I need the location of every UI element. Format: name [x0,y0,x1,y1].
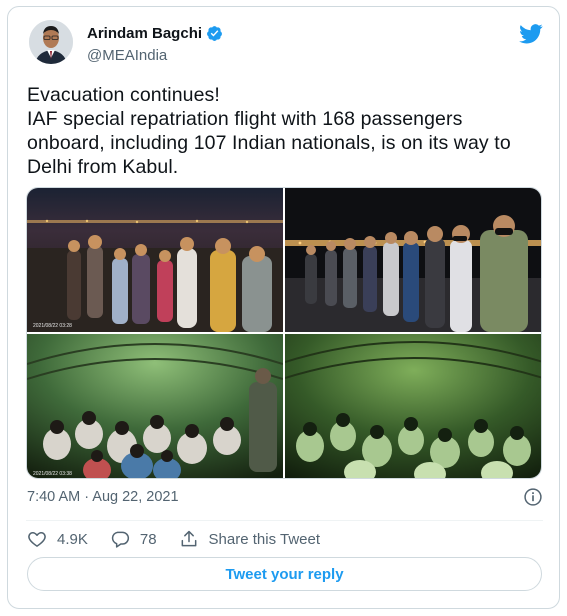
tweet-card: Arindam Bagchi @MEAIndia Evacuation cont… [7,6,560,609]
tweet-line: Delhi from Kabul. [27,156,179,178]
photo-aircraft-interior-1[interactable]: 2021/08/22 03:38 [27,334,283,478]
tweet-line: IAF special repatriation flight with 168… [27,108,463,130]
author-name[interactable]: Arindam Bagchi [87,25,202,42]
photo-aircraft-interior-2[interactable] [285,334,541,478]
info-icon[interactable] [523,487,543,507]
reply-bubble-icon [111,531,129,548]
verified-badge-icon [207,26,222,41]
like-button[interactable]: 4.9K [27,529,88,549]
twitter-bird-icon[interactable] [519,24,543,44]
tweet-timestamp[interactable]: 7:40 AM · Aug 22, 2021 [27,489,179,505]
share-icon [181,530,196,547]
tweet-line: onboard, including 107 Indian nationals,… [27,132,511,154]
tweet-your-reply-button[interactable]: Tweet your reply [27,557,542,591]
photo-caption: 2021/08/22 03:28 [33,323,72,329]
tweet-text: Evacuation continues! IAF special repatr… [27,83,547,179]
author-handle[interactable]: @MEAIndia [87,47,167,64]
photo-tarmac-crowd[interactable]: 2021/08/22 03:28 [27,188,283,332]
share-button[interactable]: Share this Tweet [179,529,320,549]
action-bar: 4.9K 78 Share this Tweet [27,527,342,551]
divider [26,520,543,521]
share-label: Share this Tweet [208,530,320,548]
photo-tarmac-line[interactable] [285,188,541,332]
like-count: 4.9K [57,530,88,548]
avatar[interactable] [29,20,73,64]
heart-icon [28,532,46,547]
tweet-line: Evacuation continues! [27,84,220,106]
reply-button[interactable]: 78 [110,529,157,549]
media-grid: 2021/08/22 03:28 2021/08/22 03:38 [26,187,542,479]
reply-count: 78 [139,530,157,548]
photo-caption: 2021/08/22 03:38 [33,471,72,477]
